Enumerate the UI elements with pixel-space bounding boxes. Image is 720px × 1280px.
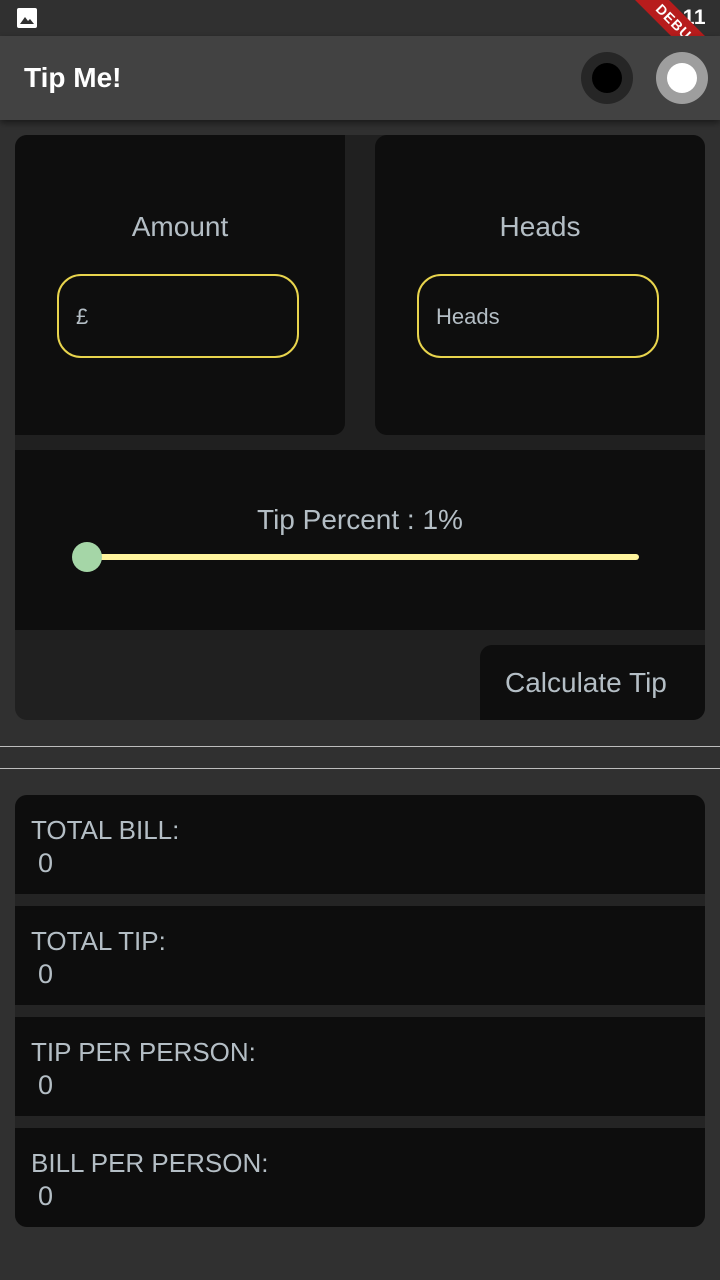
dark-theme-button[interactable] [581, 52, 633, 104]
amount-label: Amount [131, 211, 229, 242]
tip-slider-track[interactable] [87, 554, 639, 560]
app-title: Tip Me! [24, 62, 122, 93]
app-bar: Tip Me! [0, 36, 720, 120]
result-row-total-bill: TOTAL BILL: 0 [15, 795, 705, 894]
result-value: 0 [38, 1181, 54, 1211]
amount-placeholder: £ [76, 304, 89, 329]
status-bar: 3:11 DEBUG [0, 0, 720, 92]
result-row-tip-per-person: TIP PER PERSON: 0 [15, 1017, 705, 1116]
calculate-tip-label: Calculate Tip [505, 667, 667, 698]
divider [0, 746, 720, 747]
tip-slider-thumb[interactable] [72, 542, 102, 572]
result-label: TOTAL TIP: [31, 926, 166, 956]
input-panel: Amount £ Heads Heads Tip Percent : 1% Ca… [15, 135, 705, 720]
light-mode-icon [667, 63, 697, 93]
calculate-tip-button[interactable]: Calculate Tip [480, 645, 705, 720]
heads-placeholder: Heads [436, 304, 500, 329]
heads-label: Heads [499, 211, 581, 242]
light-theme-button[interactable] [656, 52, 708, 104]
tip-percent-label: Tip Percent : 1% [257, 504, 463, 535]
result-value: 0 [38, 959, 54, 989]
tip-percent-card: Tip Percent : 1% [15, 450, 705, 630]
amount-card: Amount £ [15, 135, 345, 435]
result-label: TIP PER PERSON: [31, 1037, 256, 1067]
result-row-bill-per-person: BILL PER PERSON: 0 [15, 1128, 705, 1227]
result-value: 0 [38, 1070, 54, 1100]
gallery-icon [17, 8, 37, 28]
result-label: TOTAL BILL: [31, 815, 180, 845]
amount-input[interactable]: £ [57, 274, 299, 358]
heads-input[interactable]: Heads [417, 274, 659, 358]
dark-mode-icon [592, 63, 622, 93]
divider [0, 768, 720, 769]
result-value: 0 [38, 848, 54, 878]
results-panel: TOTAL BILL: 0 TOTAL TIP: 0 TIP PER PERSO… [15, 795, 705, 1227]
result-row-total-tip: TOTAL TIP: 0 [15, 906, 705, 1005]
heads-card: Heads Heads [375, 135, 705, 435]
result-label: BILL PER PERSON: [31, 1148, 269, 1178]
